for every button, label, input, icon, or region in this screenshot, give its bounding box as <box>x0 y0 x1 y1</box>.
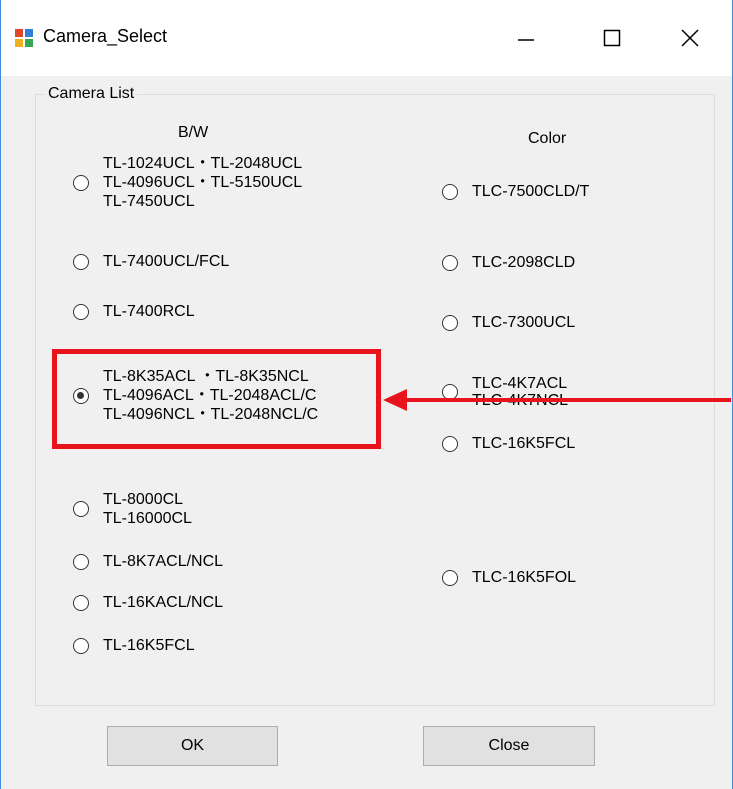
radio-button[interactable] <box>442 183 458 200</box>
radio-tlc-7500cld-t[interactable]: TLC-7500CLD/T <box>442 182 589 201</box>
radio-button[interactable] <box>73 253 89 270</box>
radio-tl-1024ucl-group[interactable]: TL-1024UCL・TL-2048UCL TL-4096UCL・TL-5150… <box>73 154 302 211</box>
window-title: Camera_Select <box>43 26 168 46</box>
radio-tl-8k7acl-ncl[interactable]: TL-8K7ACL/NCL <box>73 552 223 571</box>
radio-label: TLC-2098CLD <box>472 254 576 271</box>
minimize-button[interactable] <box>501 14 551 62</box>
close-window-button[interactable] <box>665 14 715 62</box>
radio-label: TL-8K7ACL/NCL <box>103 553 224 570</box>
radio-label: TL-16K5FCL <box>103 637 195 654</box>
radio-tl-7400ucl-fcl[interactable]: TL-7400UCL/FCL <box>73 252 229 271</box>
radio-label: TLC-7500CLD/T <box>472 183 590 200</box>
camera-select-window: Camera_Select Camera List B/W Color TL-1… <box>0 0 733 789</box>
radio-label: TL-8000CL TL-16000CL <box>103 491 192 527</box>
radio-tl-16kacl-ncl[interactable]: TL-16KACL/NCL <box>73 593 223 612</box>
color-column-header: Color <box>528 130 567 147</box>
radio-tl-8000cl-group[interactable]: TL-8000CL TL-16000CL <box>73 490 192 528</box>
radio-button[interactable] <box>73 501 89 517</box>
radio-button[interactable] <box>73 637 89 654</box>
selection-highlight-box <box>52 349 381 449</box>
radio-tlc-16k5fcl[interactable]: TLC-16K5FCL <box>442 434 575 453</box>
maximize-button[interactable] <box>587 14 637 62</box>
close-icon <box>681 29 699 47</box>
radio-label: TL-7400UCL/FCL <box>103 253 230 270</box>
radio-button[interactable] <box>73 174 89 191</box>
maximize-icon <box>603 29 621 47</box>
radio-label: TL-1024UCL・TL-2048UCL TL-4096UCL・TL-5150… <box>103 155 303 210</box>
radio-tl-7400rcl[interactable]: TL-7400RCL <box>73 302 195 321</box>
radio-button[interactable] <box>442 569 458 586</box>
radio-button[interactable] <box>442 314 458 331</box>
radio-label: TL-16KACL/NCL <box>103 594 224 611</box>
radio-button[interactable] <box>73 594 89 611</box>
title-bar[interactable]: Camera_Select <box>1 0 732 76</box>
annotation-arrow-icon <box>383 389 731 411</box>
radio-label: TLC-16K5FOL <box>472 569 577 586</box>
ok-button[interactable]: OK <box>107 726 278 766</box>
radio-tl-16k5fcl[interactable]: TL-16K5FCL <box>73 636 195 655</box>
radio-tlc-2098cld[interactable]: TLC-2098CLD <box>442 253 575 272</box>
radio-button[interactable] <box>442 435 458 452</box>
radio-label: TLC-16K5FCL <box>472 435 576 452</box>
radio-label: TLC-7300UCL <box>472 314 576 331</box>
close-button[interactable]: Close <box>423 726 595 766</box>
minimize-icon <box>518 39 534 41</box>
radio-button[interactable] <box>73 303 89 320</box>
radio-label: TL-7400RCL <box>103 303 195 320</box>
radio-tlc-16k5fol[interactable]: TLC-16K5FOL <box>442 568 576 587</box>
radio-button[interactable] <box>442 254 458 271</box>
app-window-icon <box>15 29 33 47</box>
radio-button[interactable] <box>73 553 89 570</box>
radio-tlc-7300ucl[interactable]: TLC-7300UCL <box>442 313 575 332</box>
bw-column-header: B/W <box>178 124 209 141</box>
camera-list-label: Camera List <box>45 85 138 103</box>
